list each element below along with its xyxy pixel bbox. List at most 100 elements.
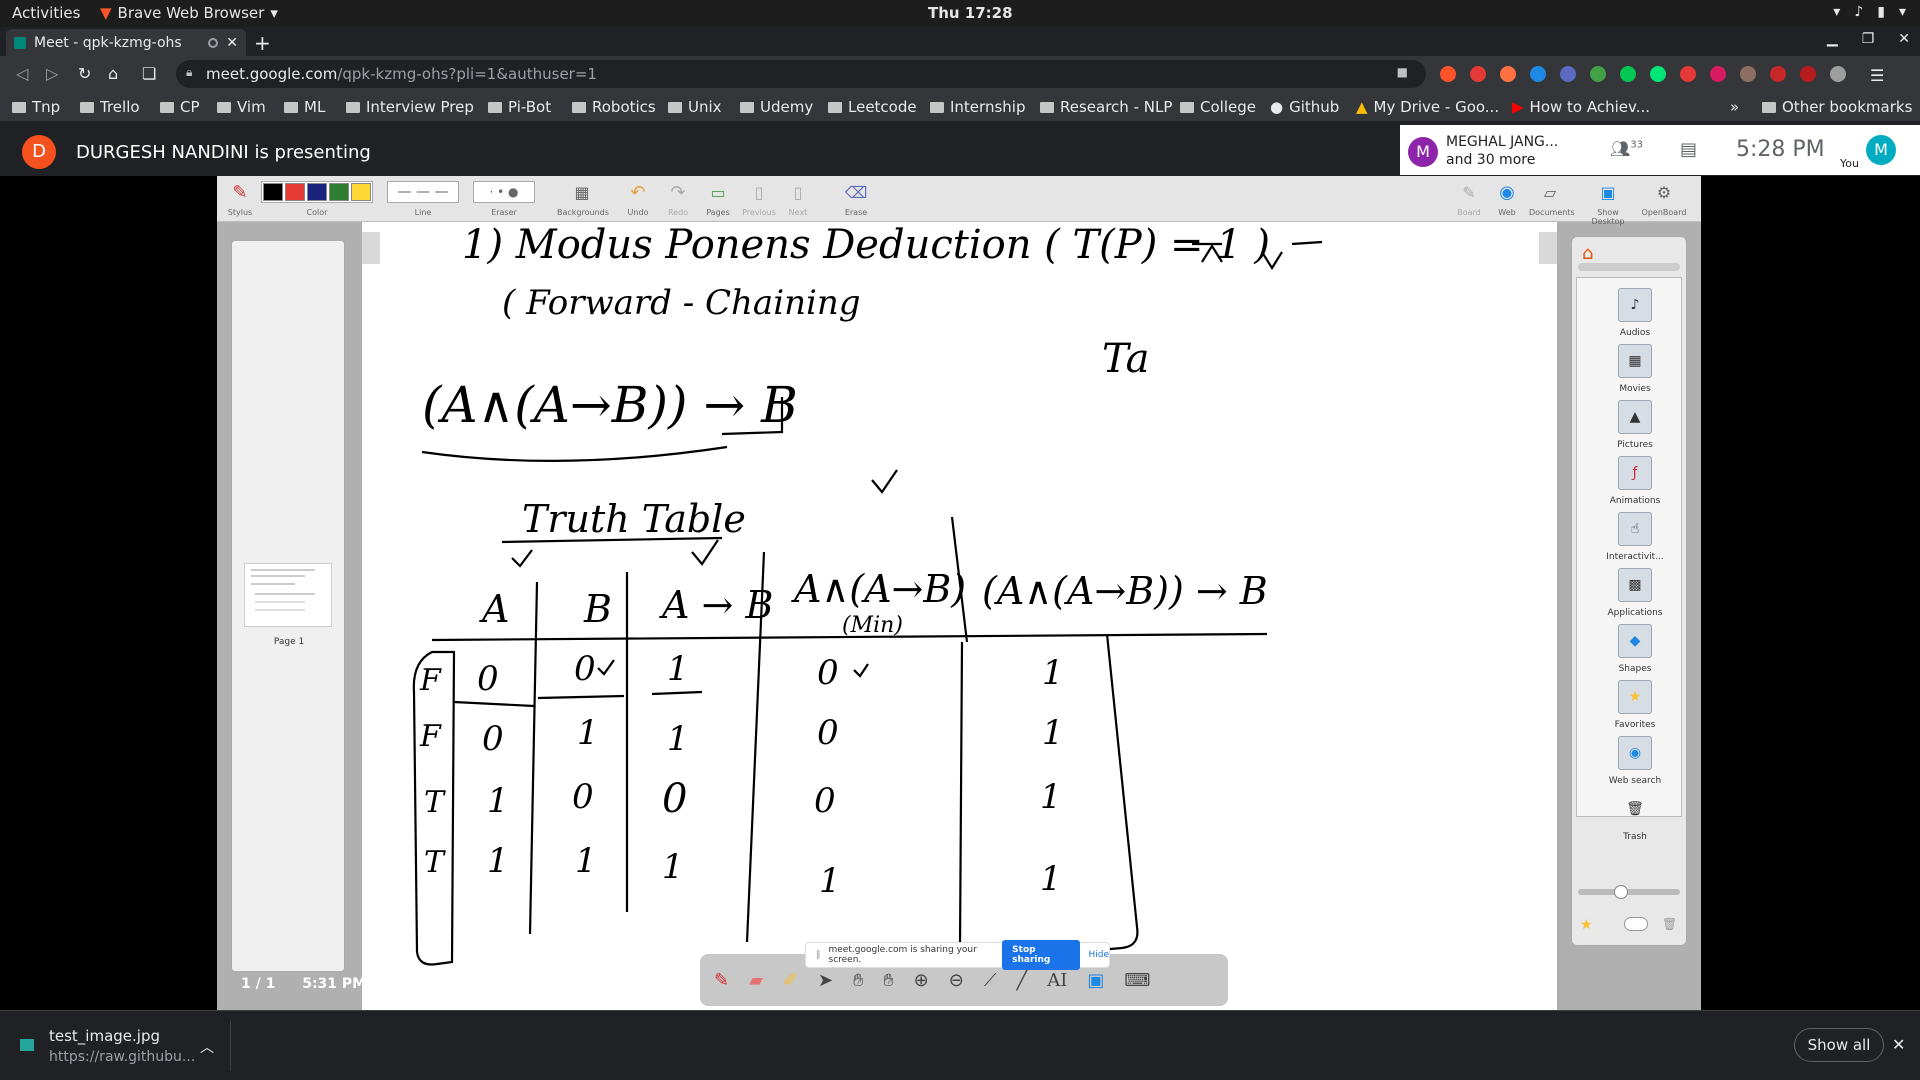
tool-undo[interactable]: ↶ Undo [621, 176, 655, 218]
page-thumbnail[interactable] [244, 563, 332, 627]
bookmark-item[interactable]: Pi-Bot [488, 98, 551, 116]
bookmark-item[interactable]: Vim [217, 98, 266, 116]
tab-meet[interactable]: Meet - qpk-kzmg-ohs ✕ [6, 29, 246, 56]
brave-shields-icon[interactable] [1440, 66, 1456, 82]
stop-sharing-button[interactable]: Stop sharing [1002, 940, 1081, 970]
bookmark-item[interactable]: ● Github [1270, 98, 1339, 116]
grammarly-icon[interactable] [1590, 66, 1606, 82]
home-icon[interactable]: ⌂ [108, 64, 118, 83]
extension-icon[interactable] [1680, 66, 1696, 82]
tool-eraser[interactable]: · • ● Eraser [473, 176, 535, 217]
capture-icon[interactable]: ▣ [1087, 970, 1104, 991]
delete-icon[interactable]: 🗑︎ [1662, 917, 1677, 931]
bookmark-item[interactable]: Unix [668, 98, 722, 116]
selector-icon[interactable]: ➤ [818, 970, 833, 991]
toggle-icon[interactable] [1624, 917, 1648, 931]
tool-previous[interactable]: ▯ Previous [739, 176, 779, 218]
favorite-icon[interactable]: ★ [1580, 917, 1593, 933]
color-yellow[interactable] [351, 183, 371, 201]
tool-pages[interactable]: ▭ Pages [701, 176, 735, 218]
new-tab-button[interactable]: + [254, 31, 271, 55]
extension-icon[interactable] [1710, 66, 1726, 82]
close-window-icon[interactable]: ✕ [1898, 31, 1910, 47]
bookmark-item[interactable]: Internship [930, 98, 1025, 116]
participant-names[interactable]: MEGHAL JANG... and 30 more [1446, 133, 1558, 169]
browser-menu-icon[interactable]: ☰ [1870, 66, 1886, 85]
line-icon[interactable]: ╱ [1016, 970, 1027, 991]
bookmark-item[interactable]: Udemy [740, 98, 813, 116]
whiteboard-canvas[interactable]: 1) Modus Ponens Deduction ( T(P) = 1 ) (… [362, 222, 1557, 1010]
extension-icon[interactable] [1770, 66, 1786, 82]
forward-icon[interactable]: ▷ [46, 64, 58, 83]
show-all-button[interactable]: Show all [1794, 1028, 1884, 1062]
chat-icon[interactable]: ▤ [1680, 139, 1697, 160]
back-icon[interactable]: ◁ [16, 64, 28, 83]
tool-redo[interactable]: ↷ Redo [661, 176, 695, 218]
bookmark-item[interactable]: College [1180, 98, 1256, 116]
zoom-in-icon[interactable]: ⊕ [914, 970, 929, 991]
tool-web[interactable]: ◉ Web [1491, 176, 1523, 218]
close-icon[interactable]: ✕ [1892, 1035, 1905, 1054]
bookmark-item[interactable]: Research - NLP [1040, 98, 1172, 116]
bookmark-item[interactable]: ▲ My Drive - Goo... [1356, 98, 1499, 116]
color-navy[interactable] [307, 183, 327, 201]
marker-icon[interactable]: ✐ [783, 970, 798, 991]
library-movies[interactable]: ▦ Movies [1577, 344, 1693, 394]
bookmark-icon[interactable]: ❏ [142, 64, 156, 83]
drag-handle-icon[interactable]: ‖ [816, 950, 821, 960]
library-interactivities[interactable]: ☝ Interactivit... [1577, 512, 1693, 562]
close-tab-icon[interactable]: ✕ [226, 35, 238, 51]
bookmark-item[interactable]: Leetcode [828, 98, 917, 116]
tool-line[interactable]: — — — Line [387, 176, 459, 217]
tool-color[interactable]: Color [261, 176, 373, 217]
extension-icon[interactable] [1740, 66, 1756, 82]
tool-board[interactable]: ✎ Board [1453, 176, 1485, 218]
extension-icon[interactable] [1650, 66, 1666, 82]
extension-icon[interactable] [1620, 66, 1636, 82]
system-tray[interactable]: ▾ ♪ ▮ ▾ [1833, 4, 1906, 20]
bookmark-item[interactable]: Trello [80, 98, 140, 116]
camera-icon[interactable]: ■ [1397, 65, 1408, 79]
library-applications[interactable]: ▩ Applications [1577, 568, 1693, 618]
extension-icon[interactable] [1500, 66, 1516, 82]
library-favorites[interactable]: ★ Favorites [1577, 680, 1693, 730]
bookmark-item[interactable]: ML [284, 98, 325, 116]
zoom-slider-handle[interactable] [1614, 885, 1628, 899]
extension-icon[interactable] [1530, 66, 1546, 82]
minimize-icon[interactable]: ▁ [1827, 31, 1838, 47]
app-menu[interactable]: ▼ Brave Web Browser ▾ [100, 4, 278, 22]
bookmark-item[interactable]: ▶ How to Achiev... [1512, 98, 1650, 116]
zoom-slider[interactable] [1578, 885, 1680, 899]
pen-icon[interactable]: ✎ [714, 970, 729, 991]
brave-rewards-icon[interactable] [1470, 66, 1486, 82]
bookmark-item[interactable]: Tnp [12, 98, 60, 116]
library-audios[interactable]: ♪ Audios [1577, 288, 1693, 338]
library-scrollbar[interactable] [1578, 263, 1680, 271]
hand-icon[interactable]: ✋︎ [883, 970, 893, 991]
self-avatar[interactable]: M [1866, 135, 1896, 165]
color-red[interactable] [285, 183, 305, 201]
laser-pointer-icon[interactable]: ⟋ [984, 970, 997, 991]
text-tool-icon[interactable]: AI [1047, 970, 1067, 991]
library-pictures[interactable]: ▲ Pictures [1577, 400, 1693, 450]
hand-icon[interactable]: ✋︎ [853, 970, 863, 991]
tool-documents[interactable]: ▱ Documents [1529, 176, 1575, 218]
tool-next[interactable]: ▯ Next [781, 176, 815, 218]
home-icon[interactable]: ⌂ [1582, 243, 1593, 264]
tool-stylus[interactable]: ✎ Stylus [223, 176, 257, 218]
extension-icon[interactable] [1560, 66, 1576, 82]
extension-icon[interactable] [1800, 66, 1816, 82]
tool-show-desktop[interactable]: ▣ Show Desktop [1583, 176, 1633, 227]
reload-icon[interactable]: ↻ [78, 64, 91, 83]
bookmark-item[interactable]: CP [160, 98, 200, 116]
tool-openboard-menu[interactable]: ⚙ OpenBoard [1641, 176, 1687, 218]
hide-banner-button[interactable]: Hide [1088, 950, 1109, 960]
address-bar[interactable]: 🔒︎ meet.google.com/qpk-kzmg-ohs?pli=1&au… [176, 60, 1426, 88]
system-clock[interactable]: Thu 17:28 [928, 4, 1013, 22]
chevron-up-icon[interactable]: ︿ [200, 1037, 214, 1057]
extension-icon[interactable] [1830, 66, 1846, 82]
tool-backgrounds[interactable]: ▦ Backgrounds [557, 176, 609, 218]
other-bookmarks[interactable]: Other bookmarks [1762, 98, 1912, 116]
bookmark-item[interactable]: Interview Prep [346, 98, 474, 116]
canvas-left-scroll-handle[interactable] [362, 232, 380, 264]
